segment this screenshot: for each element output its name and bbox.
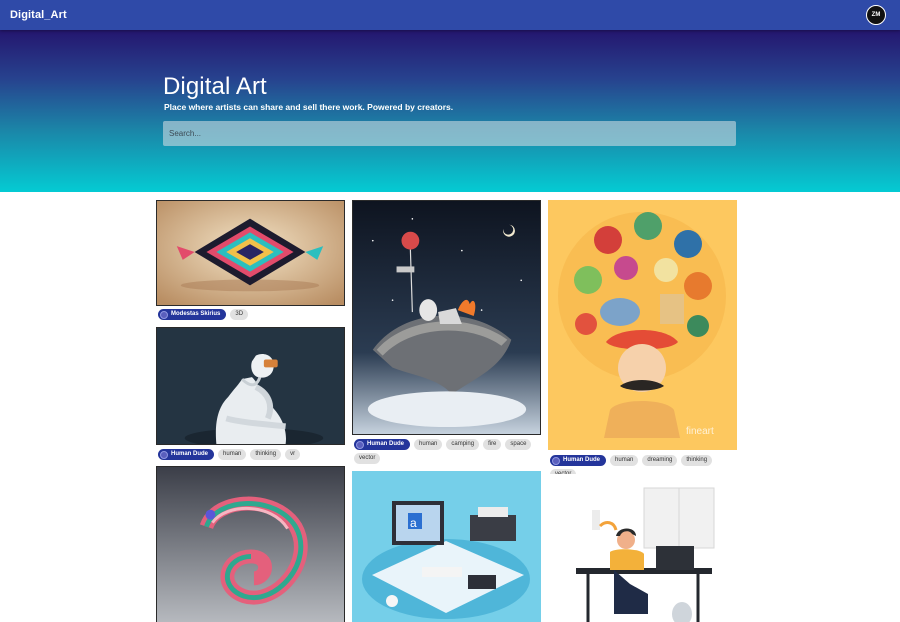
artwork-image-3d-diamond[interactable]: [156, 200, 345, 306]
gallery-card: fineart Human Dude human dreaming thinki…: [548, 200, 737, 480]
tag-list: Human Dude human thinking vr: [158, 449, 301, 460]
author-avatar: [160, 310, 168, 319]
gallery-card: Human Dude human thinking vr: [156, 327, 345, 462]
author-avatar: [160, 450, 168, 459]
author-name: Human Dude: [563, 457, 601, 463]
tag-chip[interactable]: dreaming: [642, 455, 678, 466]
artwork-image-abstract-swirl[interactable]: [156, 466, 345, 622]
user-avatar[interactable]: ZM: [866, 5, 886, 25]
author-name: Modestas Skirius: [171, 311, 221, 317]
artwork-image-vr-thinker[interactable]: [156, 327, 345, 445]
brand-link[interactable]: Digital_Art: [10, 9, 67, 21]
author-chip[interactable]: Human Dude: [354, 439, 411, 450]
tag-chip[interactable]: fire: [483, 439, 502, 450]
search-input[interactable]: [163, 121, 736, 146]
author-name: Human Dude: [367, 441, 405, 447]
author-name: Human Dude: [171, 451, 209, 457]
tag-chip[interactable]: vector: [354, 453, 381, 464]
svg-text:a: a: [410, 516, 417, 530]
top-navbar: Digital_Art ZM: [0, 0, 900, 30]
gallery-card: Modestas Skirius 3D: [156, 200, 345, 322]
tag-list: Modestas Skirius 3D: [158, 309, 249, 320]
tag-chip[interactable]: 3D: [230, 309, 249, 320]
gallery-card: [156, 466, 345, 622]
artwork-image-remote-worker[interactable]: [548, 474, 737, 622]
tag-chip[interactable]: vr: [285, 449, 301, 460]
artwork-image-india-doodle[interactable]: fineart: [548, 200, 737, 450]
artwork-image-designer-desk[interactable]: a: [352, 471, 541, 622]
tag-chip[interactable]: camping: [446, 439, 480, 450]
author-chip[interactable]: Human Dude: [550, 455, 607, 466]
tag-chip[interactable]: thinking: [250, 449, 282, 460]
tag-list: Human Dude human camping fire space vect…: [354, 439, 543, 464]
tag-chip[interactable]: human: [610, 455, 639, 466]
tag-chip[interactable]: thinking: [681, 455, 713, 466]
hero-banner: Digital Art Place where artists can shar…: [0, 30, 900, 192]
page-subtitle: Place where artists can share and sell t…: [164, 102, 454, 112]
author-chip[interactable]: Human Dude: [158, 449, 215, 460]
tag-chip[interactable]: human: [218, 449, 247, 460]
author-avatar: [356, 440, 364, 449]
gallery-card: Human Dude human camping fire space vect…: [352, 200, 541, 466]
tag-chip[interactable]: space: [505, 439, 532, 450]
author-avatar: [552, 456, 560, 465]
gallery-card: a: [352, 471, 541, 622]
author-chip[interactable]: Modestas Skirius: [158, 309, 227, 320]
page-title: Digital Art: [163, 73, 267, 100]
tag-chip[interactable]: human: [414, 439, 443, 450]
svg-text:fineart: fineart: [686, 426, 714, 437]
artwork-image-astronaut-island[interactable]: [352, 200, 541, 435]
gallery-card: [548, 474, 737, 622]
